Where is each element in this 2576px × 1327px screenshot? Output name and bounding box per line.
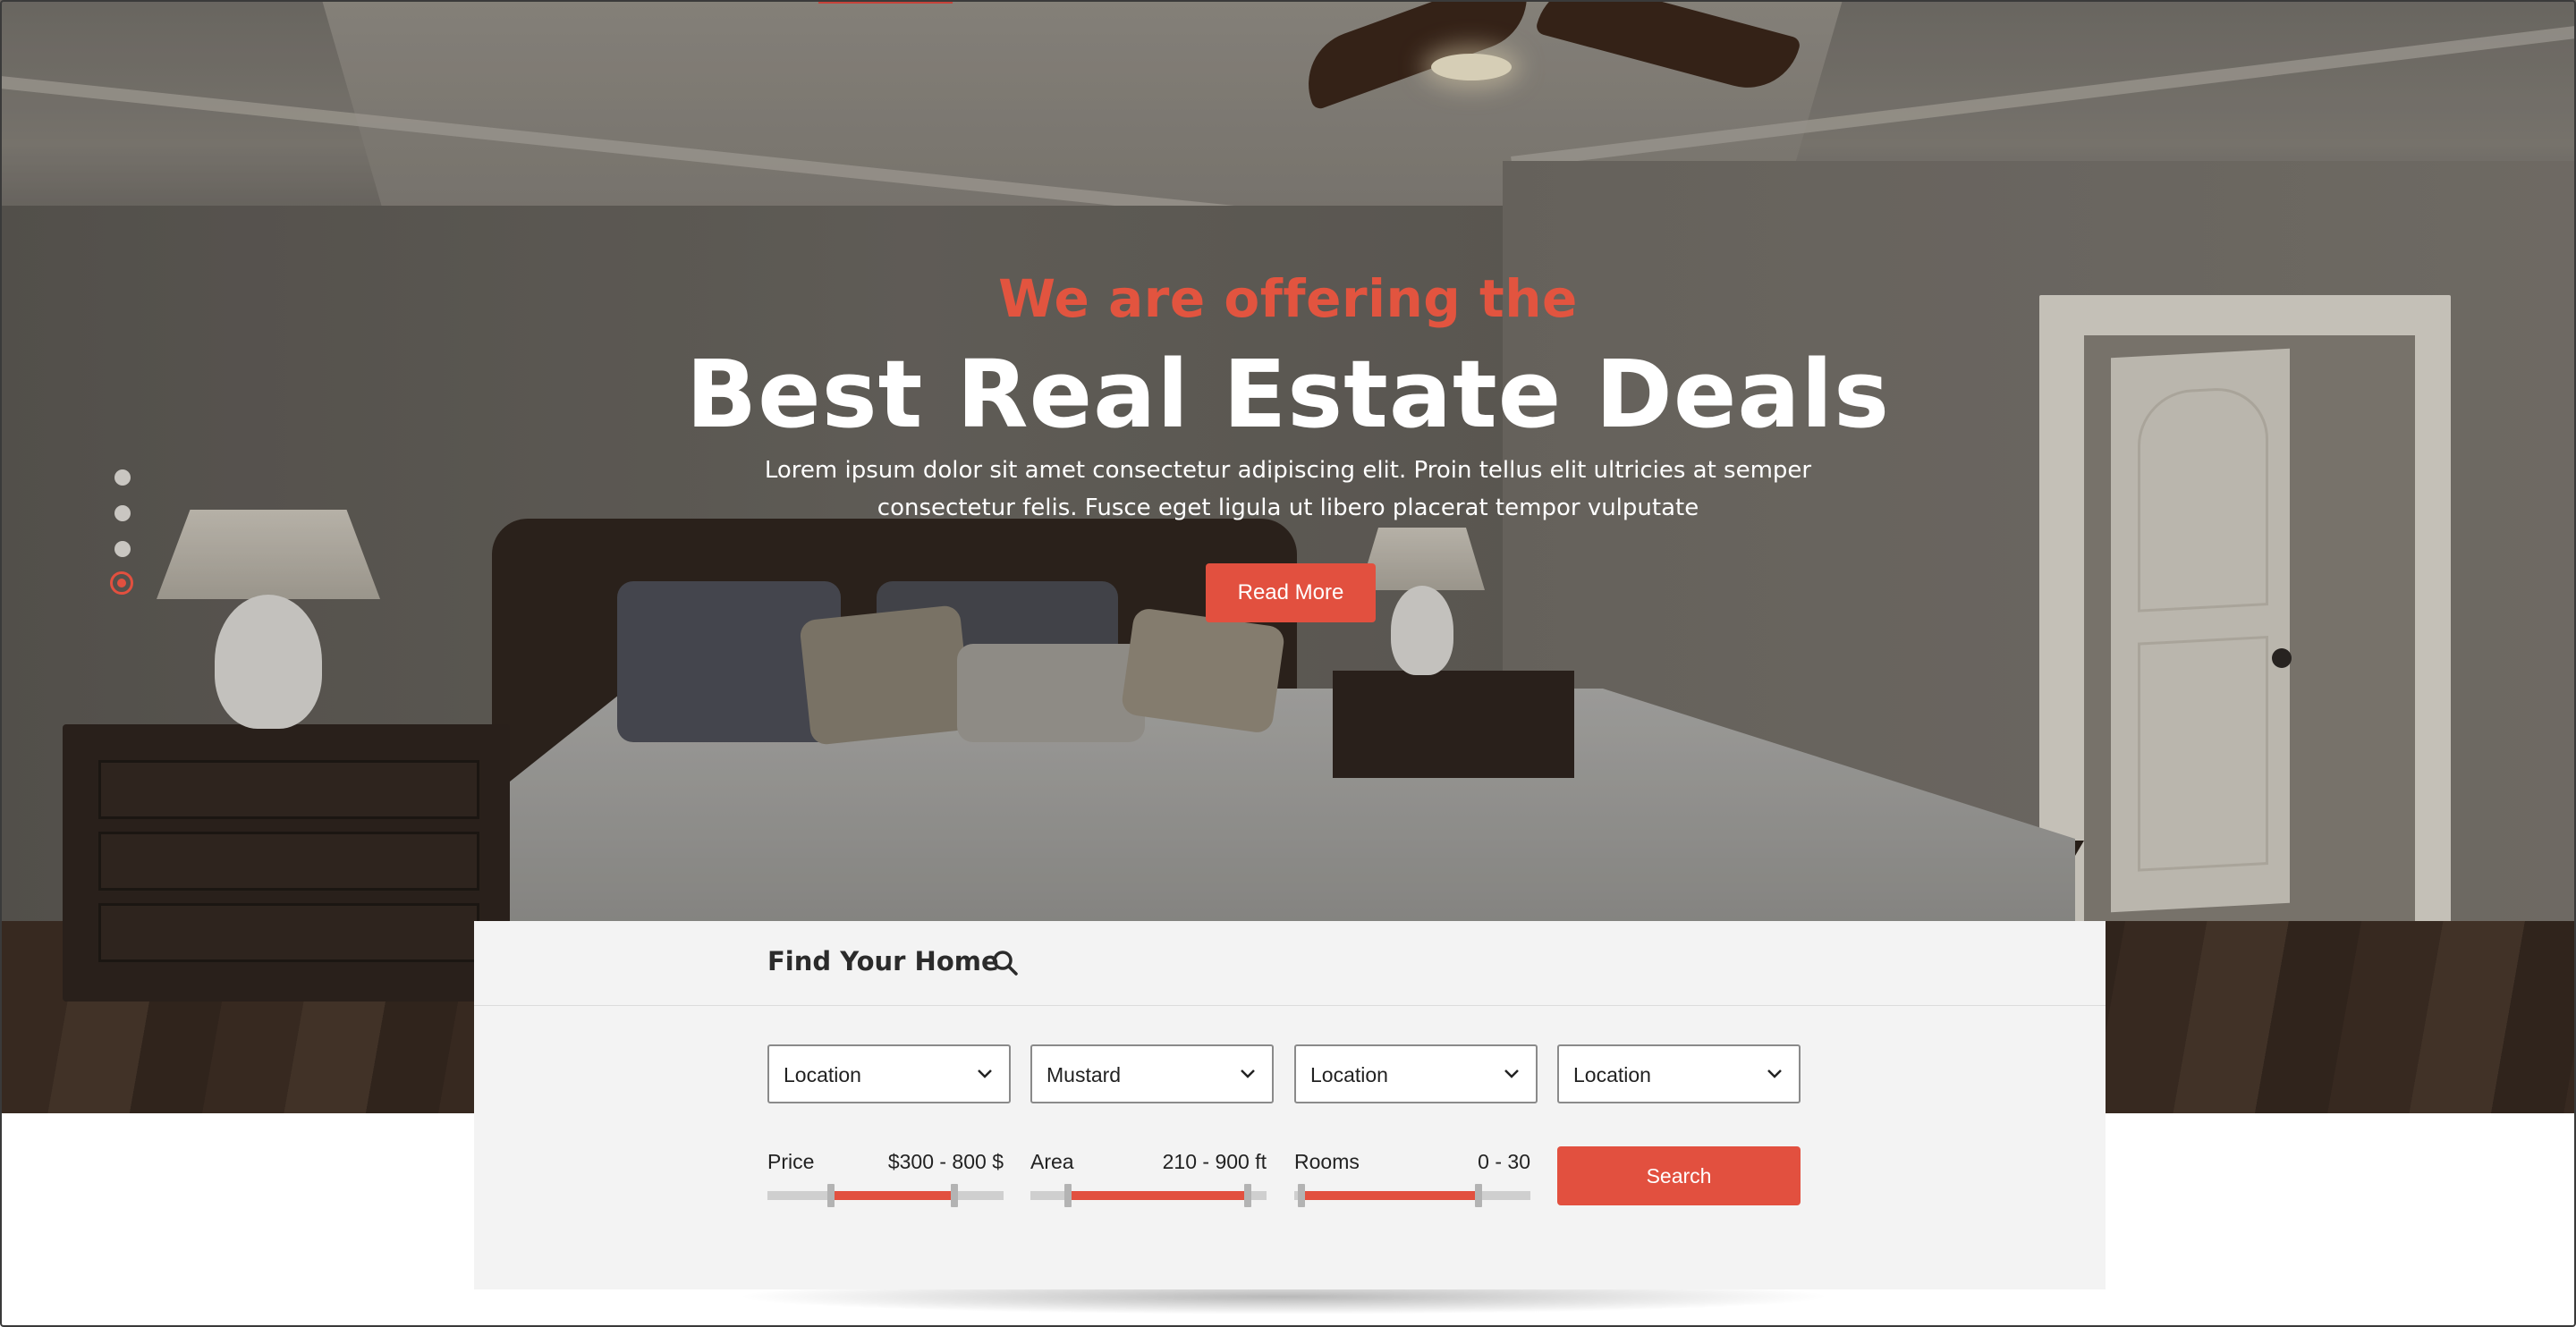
price-range-value: $300 - 800 $ — [887, 1150, 1004, 1173]
location-select-value: Location — [784, 1063, 861, 1086]
price-range[interactable]: Price $300 - 800 $ — [767, 1150, 1004, 1207]
price-range-fill — [831, 1191, 954, 1200]
area-range[interactable]: Area 210 - 900 ft — [1030, 1150, 1267, 1207]
type-select[interactable]: Mustard — [1030, 1044, 1274, 1103]
rooms-range[interactable]: Rooms 0 - 30 — [1294, 1150, 1530, 1207]
rooms-range-min-handle[interactable] — [1297, 1184, 1305, 1207]
area-range-max-handle[interactable] — [1243, 1184, 1251, 1207]
chevron-down-icon — [1767, 1069, 1782, 1078]
chevron-down-icon — [1241, 1069, 1255, 1078]
hero-description: Lorem ipsum dolor sit amet consectetur a… — [764, 457, 1812, 521]
area-range-fill — [1068, 1191, 1248, 1200]
price-range-label: Price — [767, 1150, 815, 1173]
find-home-title: Find Your Home — [767, 946, 999, 976]
area-range-label: Area — [1030, 1150, 1074, 1173]
slider-dot-4-active[interactable] — [110, 571, 133, 595]
find-home-panel: Find Your Home Location Mustard Location… — [474, 921, 2106, 1289]
search-icon — [993, 951, 1018, 976]
area-range-min-handle[interactable] — [1064, 1184, 1072, 1207]
location-select[interactable]: Location — [767, 1044, 1011, 1103]
rooms-range-label: Rooms — [1294, 1150, 1360, 1173]
chevron-down-icon — [978, 1069, 992, 1078]
top-accent-bar — [818, 0, 953, 4]
location-select-2[interactable]: Location — [1294, 1044, 1538, 1103]
hero-kicker: We are offering the — [998, 268, 1578, 329]
rooms-range-max-handle[interactable] — [1474, 1184, 1482, 1207]
price-range-max-handle[interactable] — [950, 1184, 958, 1207]
hero-title: Best Real Estate Deals — [685, 340, 1891, 449]
rooms-range-fill — [1301, 1191, 1479, 1200]
read-more-button[interactable]: Read More — [1206, 563, 1376, 622]
location-select-2-value: Location — [1310, 1063, 1388, 1086]
type-select-value: Mustard — [1046, 1063, 1122, 1086]
slider-dot-2[interactable] — [114, 505, 131, 521]
search-button[interactable]: Search — [1557, 1146, 1801, 1205]
find-home-header: Find Your Home — [474, 921, 2106, 1006]
rooms-range-value: 0 - 30 — [1478, 1150, 1530, 1173]
slider-dot-1[interactable] — [114, 469, 131, 486]
area-range-value: 210 - 900 ft — [1162, 1150, 1267, 1173]
price-range-min-handle[interactable] — [827, 1184, 835, 1207]
chevron-down-icon — [1504, 1069, 1519, 1078]
location-select-3-value: Location — [1573, 1063, 1651, 1086]
location-select-3[interactable]: Location — [1557, 1044, 1801, 1103]
slider-dot-3[interactable] — [114, 541, 131, 557]
